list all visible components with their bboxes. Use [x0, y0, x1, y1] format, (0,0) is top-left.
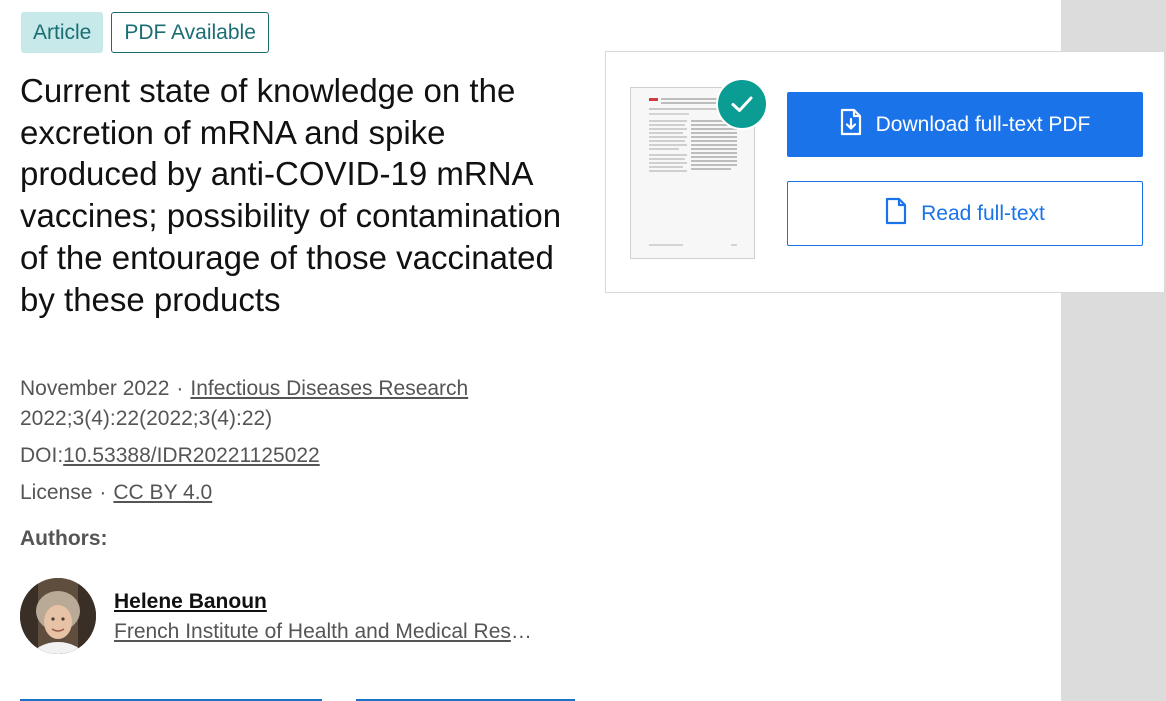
- avatar[interactable]: [20, 578, 96, 654]
- license-line: License · CC BY 4.0: [20, 481, 212, 505]
- author-name-link[interactable]: Helene Banoun: [114, 590, 534, 614]
- license-link[interactable]: CC BY 4.0: [113, 481, 212, 504]
- publication-date-line: November 2022 · Infectious Diseases Resear…: [20, 377, 468, 401]
- citation: 2022;3(4):22(2022;3(4):22): [20, 407, 273, 430]
- publication-date: November 2022: [20, 377, 170, 400]
- full-text-card: Download full-text PDF Read full-text: [605, 51, 1165, 293]
- publication-badges: Article PDF Available: [21, 12, 269, 53]
- doi-link[interactable]: 10.53388/IDR20221125022: [63, 444, 320, 467]
- read-full-text-button[interactable]: Read full-text: [787, 181, 1143, 246]
- journal-link[interactable]: Infectious Diseases Research: [190, 377, 468, 400]
- file-download-icon: [840, 108, 862, 142]
- doi-label: DOI:: [20, 444, 64, 467]
- author-item: Helene Banoun French Institute of Health…: [20, 578, 534, 654]
- download-pdf-label: Download full-text PDF: [875, 112, 1091, 136]
- check-icon: [716, 78, 768, 130]
- authors-heading: Authors:: [20, 527, 108, 550]
- file-icon: [885, 197, 907, 231]
- separator: ·: [176, 377, 184, 400]
- publication-title: Current state of knowledge on the excret…: [20, 72, 562, 318]
- article-type-badge: Article: [21, 12, 104, 53]
- separator: ·: [99, 481, 107, 504]
- read-full-text-label: Read full-text: [921, 201, 1045, 225]
- download-pdf-button[interactable]: Download full-text PDF: [787, 92, 1143, 157]
- doi-line: DOI:10.53388/IDR20221125022: [20, 444, 320, 468]
- license-label: License: [20, 481, 93, 504]
- pdf-available-badge: PDF Available: [111, 12, 269, 53]
- author-institution-link[interactable]: French Institute of Health and Medical R…: [114, 620, 534, 644]
